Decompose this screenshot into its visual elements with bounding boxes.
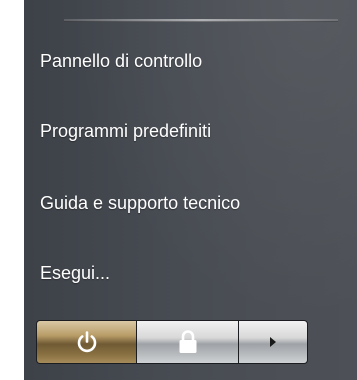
lock-icon: [176, 329, 200, 355]
lock-button[interactable]: [137, 321, 239, 363]
power-icon: [75, 330, 99, 354]
menu-item-default-programs[interactable]: Programmi predefiniti: [40, 114, 211, 148]
shutdown-button-group: [36, 320, 308, 364]
menu-item-control-panel[interactable]: Pannello di controllo: [40, 44, 202, 78]
start-menu-right-pane: Pannello di controllo Programmi predefin…: [24, 0, 357, 380]
menu-separator: [64, 19, 338, 22]
menu-item-help-support[interactable]: Guida e supporto tecnico: [40, 186, 240, 220]
power-button[interactable]: [37, 321, 137, 363]
arrow-right-icon: [268, 336, 278, 348]
shutdown-options-button[interactable]: [239, 321, 307, 363]
menu-item-run[interactable]: Esegui...: [40, 256, 110, 290]
